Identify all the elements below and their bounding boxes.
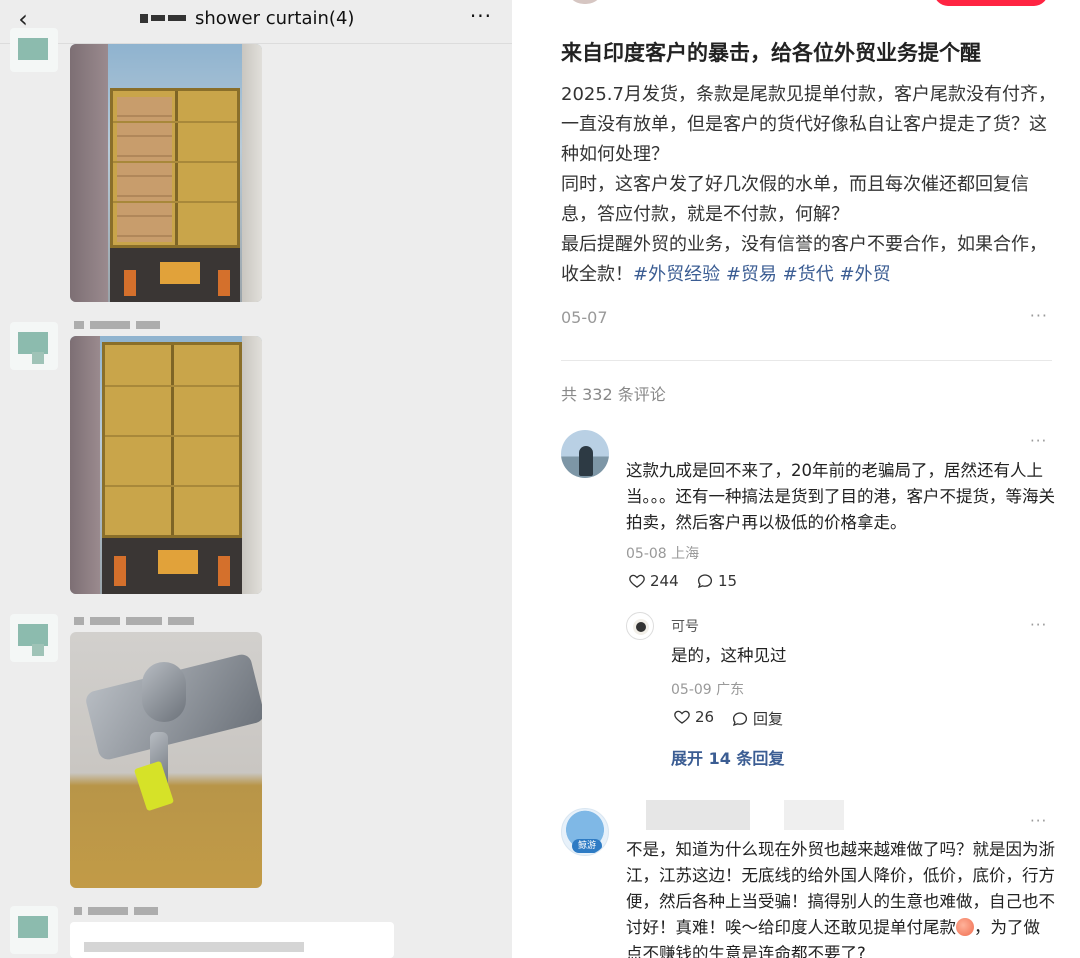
- truck-container-photo[interactable]: [70, 44, 262, 302]
- comment-text: 这款九成是回不来了，20年前的老骗局了，居然还有人上当。。。还有一种搞法是货到了…: [626, 461, 1055, 532]
- avatar[interactable]: [10, 906, 58, 954]
- more-horizontal-icon[interactable]: ···: [1030, 812, 1047, 830]
- heart-icon: [629, 574, 645, 588]
- truck-container-photo[interactable]: [70, 336, 262, 594]
- author-avatar[interactable]: [566, 0, 604, 4]
- more-horizontal-icon[interactable]: ···: [1030, 306, 1048, 325]
- avatar[interactable]: [10, 28, 58, 72]
- reply-meta: 05-09 广东: [671, 682, 745, 698]
- comment-meta: 05-08 上海: [626, 546, 700, 562]
- hashtag[interactable]: #货代: [783, 264, 834, 285]
- redacted-commenter-name: [646, 800, 750, 830]
- redacted-sender-name: [74, 906, 158, 916]
- replier-avatar[interactable]: [626, 612, 654, 640]
- redacted-file-message[interactable]: [70, 922, 394, 958]
- post-date: 05-07: [561, 308, 608, 327]
- chat-title-area: shower curtain(4): [140, 6, 354, 30]
- post-body: 2025.7月发货，条款是尾款见提单付款，客户尾款没有付齐，一直没有放单，但是客…: [561, 80, 1056, 290]
- follow-button[interactable]: [934, 0, 1048, 6]
- like-button[interactable]: 26: [673, 708, 714, 726]
- container-lock-photo[interactable]: [70, 632, 262, 888]
- post-panel: 来自印度客户的暴击，给各位外贸业务提个醒 2025.7月发货，条款是尾款见提单付…: [530, 0, 1080, 958]
- avatar[interactable]: [10, 322, 58, 370]
- comment-count: 共 332 条评论: [561, 385, 666, 404]
- comment-bubble-icon: [732, 711, 748, 726]
- redacted-name: [140, 13, 148, 23]
- expand-replies-button[interactable]: 展开 14 条回复: [671, 745, 784, 769]
- reply-count-button[interactable]: 15: [696, 572, 737, 590]
- post-body-text: 2025.7月发货，条款是尾款见提单付款，客户尾款没有付齐，一直没有放单，但是客…: [561, 84, 1056, 285]
- hashtag[interactable]: #贸易: [726, 264, 777, 285]
- reply-text: 是的，这种见过: [671, 646, 787, 665]
- like-count: 26: [695, 708, 715, 726]
- chat-title: shower curtain(4): [195, 7, 355, 29]
- hashtag[interactable]: #外贸: [839, 264, 890, 285]
- like-button[interactable]: 244: [628, 572, 679, 590]
- redacted-name: [168, 15, 186, 21]
- heart-icon: [674, 710, 690, 724]
- comment-bubble-icon: [697, 574, 713, 589]
- avatar[interactable]: [10, 614, 58, 662]
- like-count: 244: [650, 572, 679, 590]
- reply-label: 回复: [753, 710, 784, 728]
- reply-count: 15: [718, 572, 738, 590]
- more-horizontal-icon[interactable]: ···: [1030, 432, 1047, 450]
- divider: [561, 360, 1052, 361]
- redacted-sender-name: [74, 616, 194, 626]
- peach-emoji-icon: [956, 918, 974, 936]
- comment-text: 不是，知道为什么现在外贸也越来越难做了吗？就是因为浙江，江苏这边！无底线的给外国…: [626, 837, 1056, 958]
- chat-header: ‹ shower curtain(4) ···: [0, 0, 512, 44]
- commenter-avatar[interactable]: [561, 430, 609, 478]
- post-title: 来自印度客户的暴击，给各位外贸业务提个醒: [561, 41, 981, 65]
- more-horizontal-icon[interactable]: ···: [1030, 616, 1047, 634]
- reply-button[interactable]: 回复: [731, 708, 783, 729]
- redacted-sender-name: [74, 320, 160, 330]
- chat-panel: ‹ shower curtain(4) ···: [0, 0, 512, 958]
- redacted-commenter-name: [784, 800, 844, 830]
- hashtag[interactable]: #外贸经验: [633, 264, 720, 285]
- commenter-avatar[interactable]: 鲸游: [561, 808, 609, 856]
- more-horizontal-icon[interactable]: ···: [470, 4, 492, 28]
- reply-author[interactable]: 可号: [671, 616, 699, 636]
- avatar-badge: 鲸游: [572, 839, 602, 853]
- redacted-name: [151, 15, 165, 21]
